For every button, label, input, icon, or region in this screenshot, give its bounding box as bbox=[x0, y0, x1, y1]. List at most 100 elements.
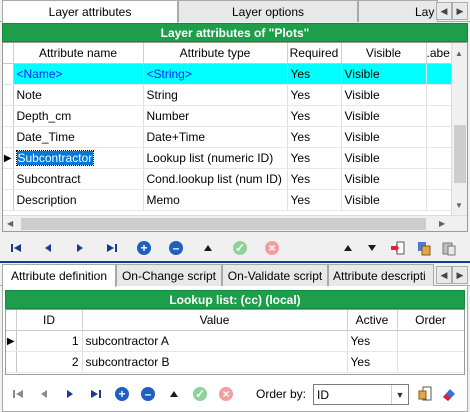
cell-attribute-name[interactable]: Depth_cm bbox=[13, 105, 144, 127]
table-row[interactable]: Subcontract Cond.lookup list (num ID) Ye… bbox=[3, 168, 454, 190]
horizontal-scrollbar[interactable]: ◀ ▶ bbox=[3, 215, 467, 231]
vertical-scrollbar[interactable]: ▲ ▼ bbox=[451, 43, 467, 215]
cell-attribute-name[interactable]: Date_Time bbox=[13, 126, 144, 148]
delete-record-button[interactable]: – bbox=[139, 385, 157, 403]
cell-active[interactable]: Yes bbox=[347, 351, 398, 373]
last-record-button[interactable] bbox=[103, 239, 121, 257]
cell-label[interactable] bbox=[426, 105, 454, 127]
cell-required[interactable]: Yes bbox=[287, 147, 342, 169]
cell-required[interactable]: Yes bbox=[287, 63, 342, 85]
cell-attribute-type[interactable]: Cond.lookup list (num ID) bbox=[143, 168, 288, 190]
cell-required[interactable]: Yes bbox=[287, 105, 342, 127]
tab-scroll-left-button[interactable]: ◀ bbox=[436, 266, 452, 284]
table-row[interactable]: 2 subcontractor B Yes bbox=[6, 351, 464, 373]
first-record-button[interactable] bbox=[7, 239, 25, 257]
first-record-button[interactable] bbox=[9, 385, 27, 403]
cell-visible[interactable]: Visible bbox=[341, 84, 427, 106]
tab-attribute-definition[interactable]: Attribute definition bbox=[2, 264, 116, 287]
cell-id[interactable]: 1 bbox=[16, 330, 83, 352]
insert-record-button[interactable]: + bbox=[113, 385, 131, 403]
scrollbar-thumb[interactable] bbox=[454, 125, 466, 183]
tab-layer-options[interactable]: Layer options bbox=[178, 0, 358, 22]
column-header[interactable]: Order bbox=[397, 310, 464, 331]
cell-label[interactable] bbox=[426, 126, 454, 148]
cell-value[interactable]: subcontractor B bbox=[82, 351, 348, 373]
move-up-button[interactable] bbox=[339, 239, 357, 257]
cell-visible[interactable]: Visible bbox=[341, 105, 427, 127]
cell-attribute-type[interactable]: Date+Time bbox=[143, 126, 288, 148]
cell-required[interactable]: Yes bbox=[287, 126, 342, 148]
panel-divider[interactable] bbox=[0, 261, 470, 263]
table-row[interactable]: Description Memo Yes Visible bbox=[3, 189, 454, 211]
cell-attribute-type[interactable]: Number bbox=[143, 105, 288, 127]
cell-attribute-name[interactable]: Subcontractor bbox=[13, 147, 144, 169]
scroll-down-arrow-icon[interactable]: ▼ bbox=[455, 201, 463, 210]
tab-on-change-script[interactable]: On-Change script bbox=[116, 264, 222, 286]
edit-record-button[interactable] bbox=[165, 385, 183, 403]
column-header[interactable]: Visible bbox=[341, 43, 427, 64]
scrollbar-thumb[interactable] bbox=[21, 218, 426, 230]
tab-scroll-left-button[interactable]: ◀ bbox=[436, 2, 452, 20]
table-row-selected[interactable]: ▶ Subcontractor Lookup list (numeric ID)… bbox=[3, 147, 454, 169]
cell-order[interactable] bbox=[397, 330, 464, 352]
column-header[interactable]: ID bbox=[16, 310, 83, 331]
cell-order[interactable] bbox=[397, 351, 464, 373]
cell-attribute-name[interactable]: Subcontract bbox=[13, 168, 144, 190]
cell-required[interactable]: Yes bbox=[287, 189, 342, 211]
cell-active[interactable]: Yes bbox=[347, 330, 398, 352]
prior-record-button[interactable] bbox=[39, 239, 57, 257]
tab-scroll-right-button[interactable]: ▶ bbox=[452, 2, 468, 20]
tab-scroll-right-button[interactable]: ▶ bbox=[452, 266, 468, 284]
table-row[interactable]: Date_Time Date+Time Yes Visible bbox=[3, 126, 454, 148]
cell-label[interactable] bbox=[426, 189, 454, 211]
import-lookup-button[interactable] bbox=[416, 385, 434, 403]
post-edit-button[interactable]: ✓ bbox=[231, 239, 249, 257]
cell-visible[interactable]: Visible bbox=[341, 189, 427, 211]
table-row[interactable]: Note String Yes Visible bbox=[3, 84, 454, 106]
edit-record-button[interactable] bbox=[199, 239, 217, 257]
post-edit-button[interactable]: ✓ bbox=[191, 385, 209, 403]
cell-visible[interactable]: Visible bbox=[341, 63, 427, 85]
last-record-button[interactable] bbox=[87, 385, 105, 403]
cell-attribute-name[interactable]: Description bbox=[13, 189, 144, 211]
cell-attribute-type[interactable]: <String> bbox=[143, 63, 288, 85]
cell-label[interactable] bbox=[426, 168, 454, 190]
clear-lookup-button[interactable] bbox=[440, 385, 458, 403]
paste-button[interactable] bbox=[440, 239, 458, 257]
tab-attribute-description[interactable]: Attribute descripti bbox=[328, 264, 434, 286]
cell-visible[interactable]: Visible bbox=[341, 126, 427, 148]
cancel-edit-button[interactable]: × bbox=[217, 385, 235, 403]
chevron-down-icon[interactable]: ▼ bbox=[391, 385, 408, 404]
column-header[interactable]: Active bbox=[347, 310, 398, 331]
column-header[interactable]: Value bbox=[82, 310, 348, 331]
cell-attribute-name[interactable]: Note bbox=[13, 84, 144, 106]
cell-id[interactable]: 2 bbox=[16, 351, 83, 373]
cell-visible[interactable]: Visible bbox=[341, 147, 427, 169]
scroll-up-arrow-icon[interactable]: ▲ bbox=[455, 49, 463, 58]
cell-attribute-type[interactable]: Lookup list (numeric ID) bbox=[143, 147, 288, 169]
column-header[interactable]: Attribute name bbox=[13, 43, 144, 64]
cell-attribute-type[interactable]: String bbox=[143, 84, 288, 106]
column-header[interactable]: Required bbox=[287, 43, 342, 64]
copy-layer-button[interactable] bbox=[415, 239, 433, 257]
cell-required[interactable]: Yes bbox=[287, 84, 342, 106]
tab-on-validate-script[interactable]: On-Validate script bbox=[222, 264, 328, 286]
column-header[interactable]: .abe bbox=[426, 43, 454, 64]
cell-attribute-name[interactable]: <Name> bbox=[13, 63, 144, 85]
table-row[interactable]: <Name> <String> Yes Visible bbox=[3, 63, 454, 85]
cancel-edit-button[interactable]: × bbox=[263, 239, 281, 257]
order-by-select[interactable]: ID ▼ bbox=[313, 384, 409, 405]
tab-layer-truncated[interactable]: Lay bbox=[358, 0, 438, 22]
next-record-button[interactable] bbox=[71, 239, 89, 257]
cell-required[interactable]: Yes bbox=[287, 168, 342, 190]
prior-record-button[interactable] bbox=[35, 385, 53, 403]
cell-attribute-type[interactable]: Memo bbox=[143, 189, 288, 211]
cell-value[interactable]: subcontractor A bbox=[82, 330, 348, 352]
import-button[interactable] bbox=[389, 239, 407, 257]
table-row-selected[interactable]: ▶ 1 subcontractor A Yes bbox=[6, 330, 464, 352]
insert-record-button[interactable]: + bbox=[135, 239, 153, 257]
table-row[interactable]: Depth_cm Number Yes Visible bbox=[3, 105, 454, 127]
cell-label[interactable] bbox=[426, 147, 454, 169]
tab-layer-attributes[interactable]: Layer attributes bbox=[2, 0, 178, 23]
cell-label[interactable] bbox=[426, 84, 454, 106]
